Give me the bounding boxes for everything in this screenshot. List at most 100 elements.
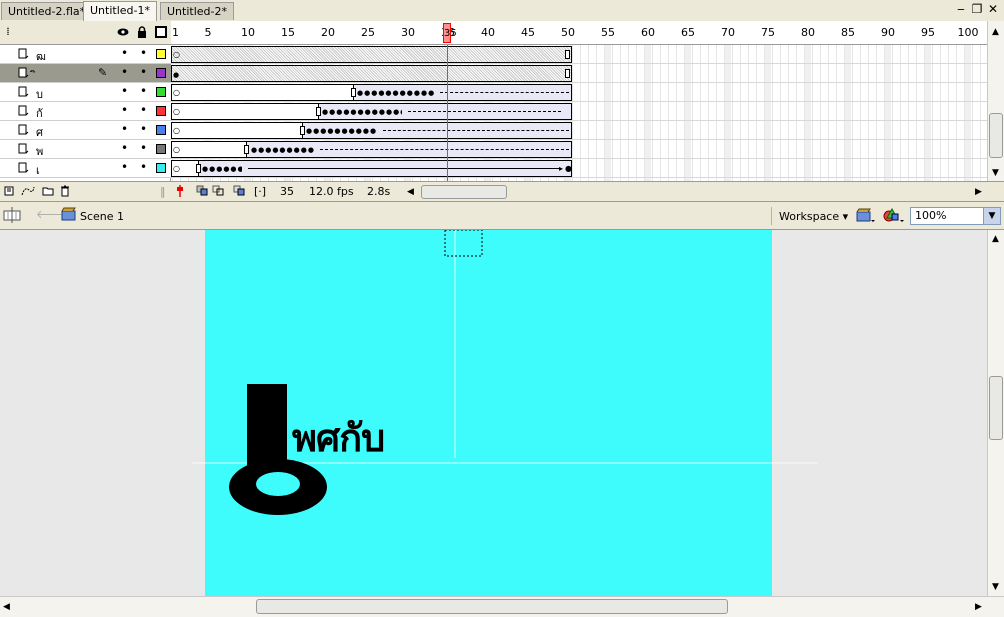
keyframe-marker[interactable]: ○ bbox=[173, 87, 180, 99]
layer-outline-color[interactable] bbox=[156, 125, 166, 135]
layer-row[interactable]: กั • • bbox=[0, 102, 171, 121]
visibility-dot[interactable]: • bbox=[121, 160, 128, 174]
layer-outline-color[interactable] bbox=[156, 68, 166, 78]
scroll-up-icon[interactable]: ▲ bbox=[992, 27, 999, 37]
lock-dot[interactable]: • bbox=[140, 160, 147, 174]
add-motion-guide-icon[interactable] bbox=[21, 185, 35, 199]
keyframe-marker[interactable]: ○ bbox=[173, 163, 180, 175]
scroll-down-icon[interactable]: ▼ bbox=[992, 168, 999, 178]
workspace-menu[interactable]: Workspace ▾ bbox=[779, 210, 848, 223]
layer-name[interactable]: ศ bbox=[36, 123, 43, 141]
scroll-down-icon[interactable]: ▼ bbox=[992, 582, 999, 592]
layer-row[interactable]: ฒ • • bbox=[0, 45, 171, 64]
scroll-thumb[interactable] bbox=[256, 599, 728, 614]
tab-untitled-1[interactable]: Untitled-1* bbox=[83, 1, 157, 21]
visibility-dot[interactable]: • bbox=[121, 103, 128, 117]
pasteboard[interactable]: พศกับ bbox=[0, 230, 987, 596]
restore-icon[interactable]: ❐ bbox=[970, 1, 984, 17]
scroll-left-icon[interactable]: ◀ bbox=[3, 602, 10, 612]
frame-span[interactable] bbox=[171, 46, 572, 63]
lock-dot[interactable]: • bbox=[140, 141, 147, 155]
lock-dot[interactable]: • bbox=[140, 65, 147, 79]
onion-skin-icon[interactable] bbox=[196, 185, 208, 199]
layer-outline-color[interactable] bbox=[156, 49, 166, 59]
keyframe-marker[interactable]: ○ bbox=[173, 144, 180, 156]
visibility-dot[interactable]: • bbox=[121, 65, 128, 79]
edit-multiple-frames-icon[interactable] bbox=[233, 185, 245, 199]
end-frame-marker[interactable] bbox=[196, 164, 201, 173]
layer-outline-color[interactable] bbox=[156, 163, 166, 173]
scroll-right-icon[interactable]: ▶ bbox=[975, 187, 982, 197]
layer-row[interactable]: ิ✎•• bbox=[0, 64, 171, 83]
keyframe-marker[interactable]: ● bbox=[173, 69, 179, 81]
end-frame-marker[interactable] bbox=[316, 107, 321, 116]
insert-folder-icon[interactable] bbox=[42, 185, 54, 199]
eye-icon[interactable] bbox=[117, 26, 129, 38]
frame-span[interactable] bbox=[171, 65, 572, 82]
timeline-horizontal-scroll-thumb[interactable] bbox=[421, 185, 507, 199]
layer-name[interactable]: บ bbox=[36, 85, 43, 103]
end-frame-marker[interactable] bbox=[244, 145, 249, 154]
layer-name[interactable]: กั bbox=[36, 104, 43, 122]
zoom-select[interactable]: 100% ▼ bbox=[910, 207, 1001, 225]
layer-row[interactable]: พ • • bbox=[0, 140, 171, 159]
lock-dot[interactable]: • bbox=[140, 103, 147, 117]
keyframe-marker[interactable]: ○ bbox=[173, 106, 180, 118]
lock-dot[interactable]: • bbox=[140, 46, 147, 60]
edit-scene-icon[interactable] bbox=[856, 207, 876, 226]
layer-row[interactable]: บ • • bbox=[0, 83, 171, 102]
lock-icon[interactable] bbox=[136, 26, 148, 38]
edit-symbols-icon[interactable] bbox=[883, 207, 905, 226]
layer-name[interactable]: ฒ bbox=[36, 47, 46, 65]
chevron-down-icon[interactable]: ▼ bbox=[983, 208, 1000, 224]
frame-row[interactable]: ○ ●●●●●●●●●●●●●●● bbox=[171, 83, 987, 102]
minimize-icon[interactable]: ‒ bbox=[954, 1, 968, 17]
lock-dot[interactable]: • bbox=[140, 122, 147, 136]
frame-row[interactable]: ○ ●●●●●●●●●●●●●●● bbox=[171, 102, 987, 121]
layer-row[interactable]: เ • • bbox=[0, 159, 171, 178]
layer-name[interactable]: พ bbox=[36, 142, 43, 160]
layer-outline-color[interactable] bbox=[156, 87, 166, 97]
timeline-toggle-icon[interactable] bbox=[3, 207, 21, 226]
end-frame-marker[interactable] bbox=[351, 88, 356, 97]
playhead[interactable]: 35 bbox=[443, 23, 457, 43]
end-frame-marker[interactable] bbox=[565, 69, 570, 78]
scroll-thumb[interactable] bbox=[989, 376, 1003, 440]
insert-layer-icon[interactable] bbox=[4, 185, 15, 199]
tab-untitled-2[interactable]: Untitled-2* bbox=[160, 2, 234, 20]
frame-ruler[interactable]: 1510152025303540455055606570758085909510… bbox=[171, 21, 987, 45]
scroll-thumb[interactable] bbox=[989, 113, 1003, 158]
layer-name[interactable]: เ bbox=[36, 161, 40, 179]
keyframe-marker[interactable]: ○ bbox=[173, 49, 180, 61]
frame-row[interactable]: ○ bbox=[171, 45, 987, 64]
onion-skin-outlines-icon[interactable] bbox=[212, 185, 224, 199]
frame-row[interactable]: ○ ●●●●●●●●●●●●●●● bbox=[171, 140, 987, 159]
frame-row[interactable]: ○ ●●●●●●●●●●●●●●● bbox=[171, 121, 987, 140]
visibility-dot[interactable]: • bbox=[121, 122, 128, 136]
visibility-dot[interactable]: • bbox=[121, 141, 128, 155]
delete-layer-icon[interactable] bbox=[60, 185, 70, 200]
tab-untitled-2-fla[interactable]: Untitled-2.fla* bbox=[1, 2, 93, 20]
end-frame-marker[interactable] bbox=[300, 126, 305, 135]
layer-outline-color[interactable] bbox=[156, 144, 166, 154]
stage-horizontal-scrollbar[interactable]: ◀ ▶ bbox=[0, 596, 1004, 617]
keyframe-marker[interactable]: ○ bbox=[173, 125, 180, 137]
frame-row[interactable]: ● bbox=[171, 64, 987, 83]
keyframe-marker[interactable]: ● bbox=[565, 163, 572, 175]
scroll-left-icon[interactable]: ◀ bbox=[407, 187, 414, 197]
scene-breadcrumb[interactable]: Scene 1 bbox=[80, 210, 124, 223]
frame-row[interactable]: ○ ●●●●●●●●●●●●●●● ▸● bbox=[171, 159, 987, 178]
timeline-vertical-scrollbar[interactable]: ▲ ▼ bbox=[987, 21, 1004, 181]
end-frame-marker[interactable] bbox=[565, 50, 570, 59]
visibility-dot[interactable]: • bbox=[121, 46, 128, 60]
modify-onion-markers-icon[interactable]: [·] bbox=[254, 185, 266, 198]
scroll-right-icon[interactable]: ▶ bbox=[975, 602, 982, 612]
outline-icon[interactable] bbox=[155, 26, 167, 38]
frames-area[interactable]: 1510152025303540455055606570758085909510… bbox=[171, 21, 987, 181]
center-frame-icon[interactable] bbox=[176, 185, 184, 200]
scroll-up-icon[interactable]: ▲ bbox=[992, 234, 999, 244]
visibility-dot[interactable]: • bbox=[121, 84, 128, 98]
layer-row[interactable]: ศ • • bbox=[0, 121, 171, 140]
close-icon[interactable]: ✕ bbox=[986, 1, 1000, 17]
stage-vertical-scrollbar[interactable]: ▲ ▼ bbox=[987, 230, 1004, 596]
